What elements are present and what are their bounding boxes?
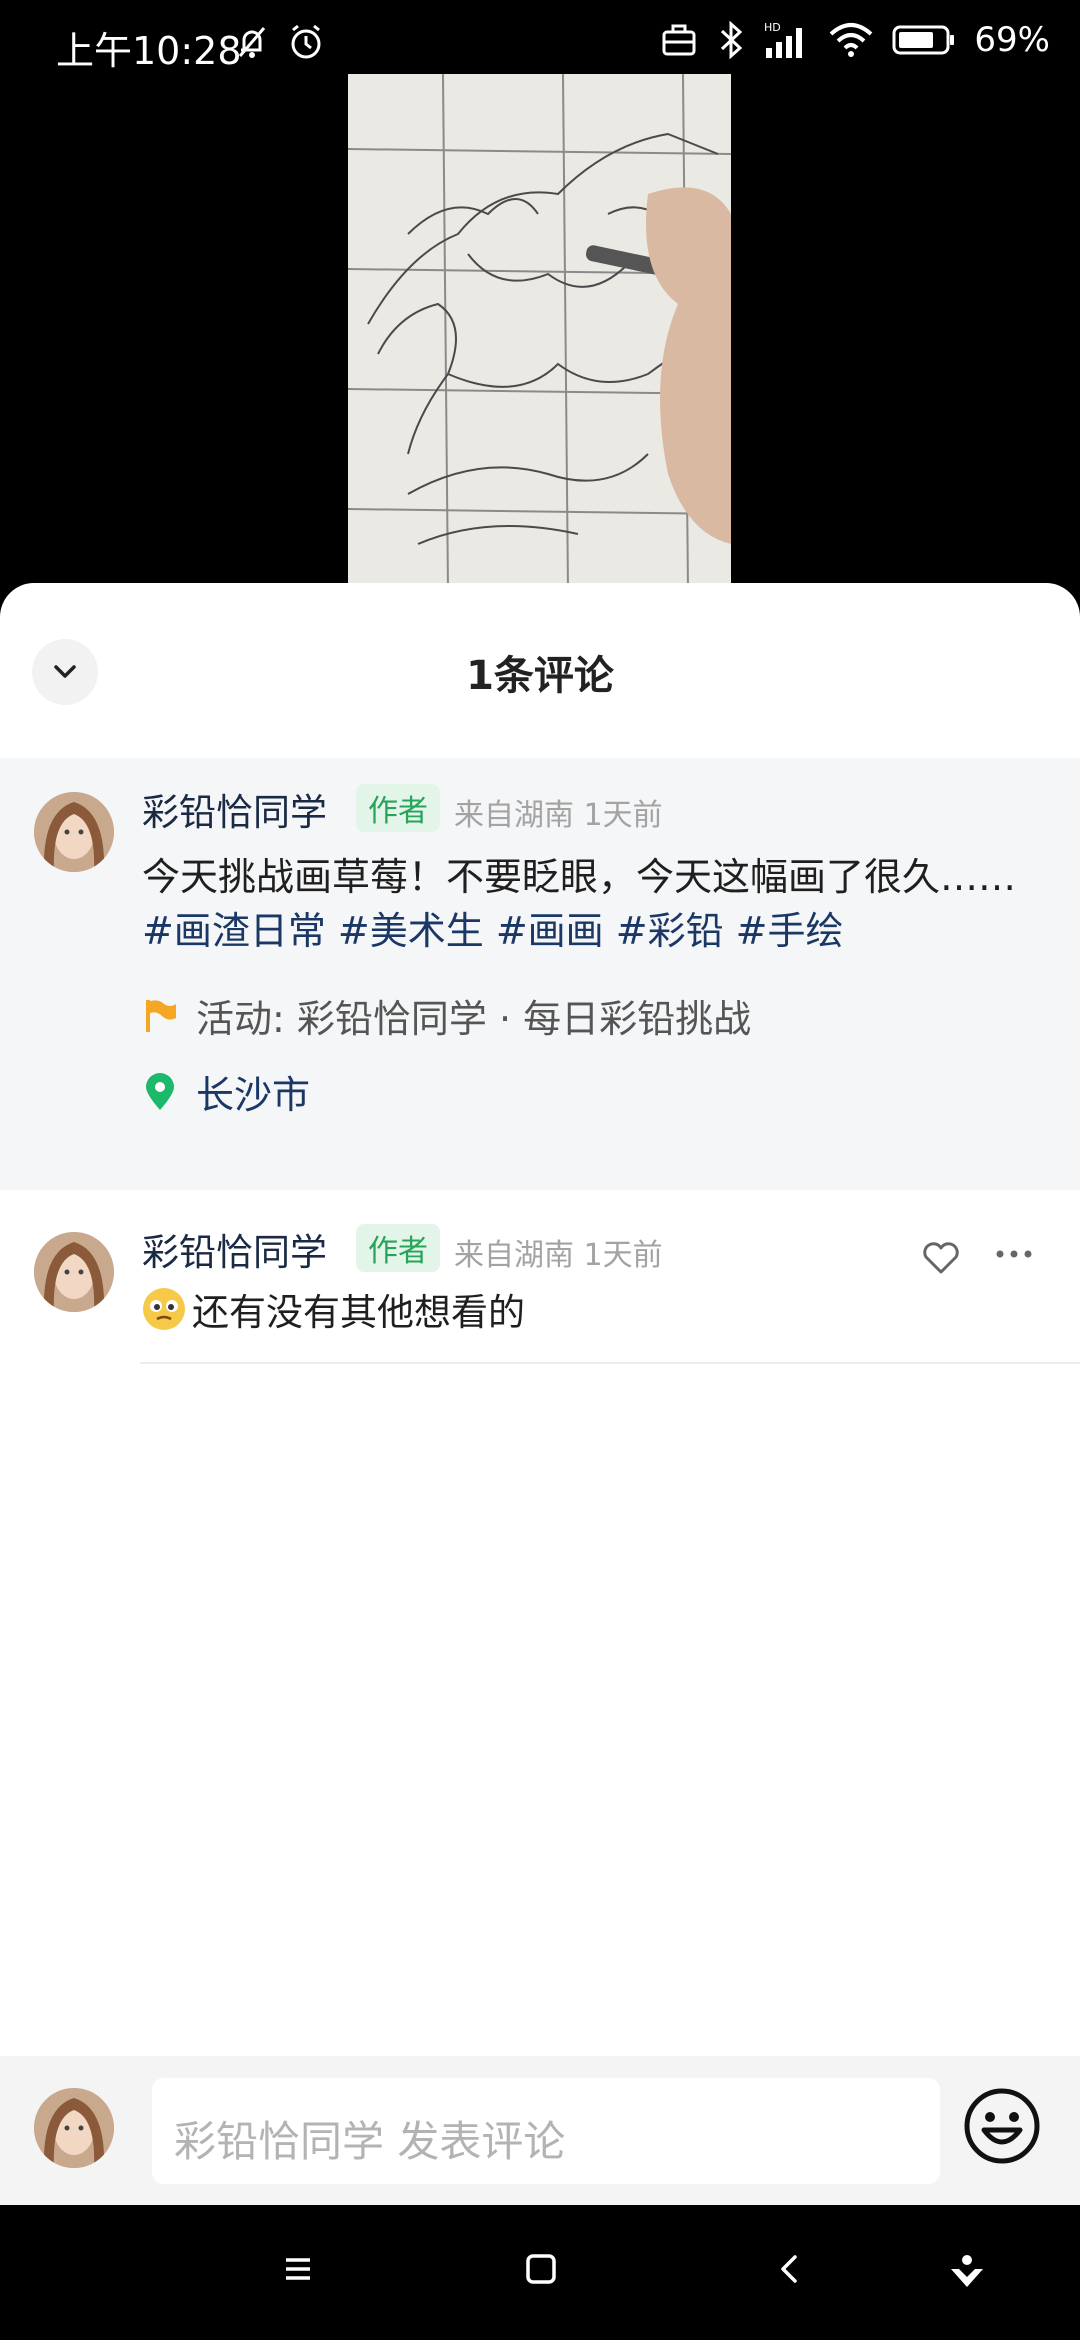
post-caption: 彩铅恰同学 作者 来自湖南 1天前 今天挑战画草莓！不要眨眼，今天这幅画了很久…… bbox=[0, 758, 1080, 1190]
briefcase-icon bbox=[660, 21, 698, 59]
avatar[interactable] bbox=[34, 1232, 114, 1312]
comment-item: 彩铅恰同学 作者 来自湖南 1天前 还有没有其他想看的 bbox=[0, 1190, 1080, 1390]
menu-icon bbox=[280, 2251, 316, 2287]
svg-text:HD: HD bbox=[764, 21, 781, 34]
smiley-icon bbox=[960, 2084, 1044, 2168]
back-icon bbox=[772, 2251, 808, 2287]
location-pin-icon bbox=[142, 1072, 178, 1112]
more-icon bbox=[994, 1246, 1034, 1262]
nav-assistant-button[interactable] bbox=[948, 2251, 986, 2289]
nav-back-button[interactable] bbox=[772, 2251, 808, 2287]
nav-home-button[interactable] bbox=[523, 2251, 559, 2287]
sketch-drawing bbox=[348, 74, 731, 590]
status-icons-left bbox=[232, 22, 326, 62]
activity-label: 活动: 彩铅恰同学 · 每日彩铅挑战 bbox=[196, 997, 752, 1041]
emoji-sticker-icon bbox=[140, 1285, 188, 1333]
author-badge: 作者 bbox=[356, 784, 440, 832]
author-badge: 作者 bbox=[356, 1224, 440, 1272]
bluetooth-icon bbox=[716, 20, 746, 60]
home-icon bbox=[523, 2251, 559, 2287]
post-hashtags[interactable]: #画渣日常 #美术生 #画画 #彩铅 #手绘 bbox=[142, 909, 844, 953]
more-options-button[interactable] bbox=[994, 1246, 1034, 1262]
sheet-header: 1条评论 bbox=[0, 583, 1080, 758]
assistant-icon bbox=[948, 2251, 986, 2289]
comment-meta: 来自湖南 1天前 bbox=[454, 1238, 663, 1273]
comment-body: 还有没有其他想看的 bbox=[192, 1291, 525, 1334]
status-icons-right: HD 69% bbox=[660, 20, 1050, 60]
location-label: 长沙市 bbox=[196, 1073, 311, 1117]
signal-icon: HD bbox=[764, 20, 810, 60]
wifi-icon bbox=[828, 20, 874, 60]
avatar[interactable] bbox=[34, 792, 114, 872]
flag-icon bbox=[142, 996, 178, 1036]
nav-menu-button[interactable] bbox=[280, 2251, 316, 2287]
system-nav-bar bbox=[0, 2205, 1080, 2340]
comment-composer: 彩铅恰同学 发表评论 bbox=[0, 2056, 1080, 2205]
emoji-button[interactable] bbox=[960, 2084, 1044, 2168]
video-frame bbox=[348, 74, 731, 590]
comments-sheet: 1条评论 彩铅恰同学 作者 来自湖南 1天前 今天挑战画草莓！不要眨眼，今天这幅… bbox=[0, 583, 1080, 2205]
post-meta: 来自湖南 1天前 bbox=[454, 798, 663, 833]
location-link[interactable]: 长沙市 bbox=[142, 1064, 310, 1119]
comment-divider bbox=[140, 1362, 1080, 1364]
like-button[interactable] bbox=[920, 1236, 962, 1278]
heart-icon bbox=[920, 1236, 962, 1278]
post-text: 今天挑战画草莓！不要眨眼，今天这幅画了很久…… #画渣日常 #美术生 #画画 #彩… bbox=[142, 850, 1022, 958]
comment-text: 还有没有其他想看的 bbox=[140, 1282, 525, 1336]
activity-link[interactable]: 活动: 彩铅恰同学 · 每日彩铅挑战 bbox=[142, 988, 751, 1043]
alarm-icon bbox=[286, 22, 326, 62]
status-time: 上午10:28 bbox=[56, 29, 242, 73]
comment-input[interactable]: 彩铅恰同学 发表评论 bbox=[152, 2078, 940, 2184]
battery-icon bbox=[892, 22, 956, 58]
battery-percent: 69% bbox=[974, 20, 1050, 60]
mute-icon bbox=[232, 22, 272, 62]
comment-username[interactable]: 彩铅恰同学 bbox=[142, 1222, 327, 1276]
current-user-avatar[interactable] bbox=[34, 2088, 114, 2168]
post-username[interactable]: 彩铅恰同学 bbox=[142, 782, 327, 836]
video-player[interactable] bbox=[0, 70, 1080, 590]
sheet-title: 1条评论 bbox=[466, 653, 614, 699]
post-text-body: 今天挑战画草莓！不要眨眼，今天这幅画了很久…… bbox=[142, 855, 1017, 899]
